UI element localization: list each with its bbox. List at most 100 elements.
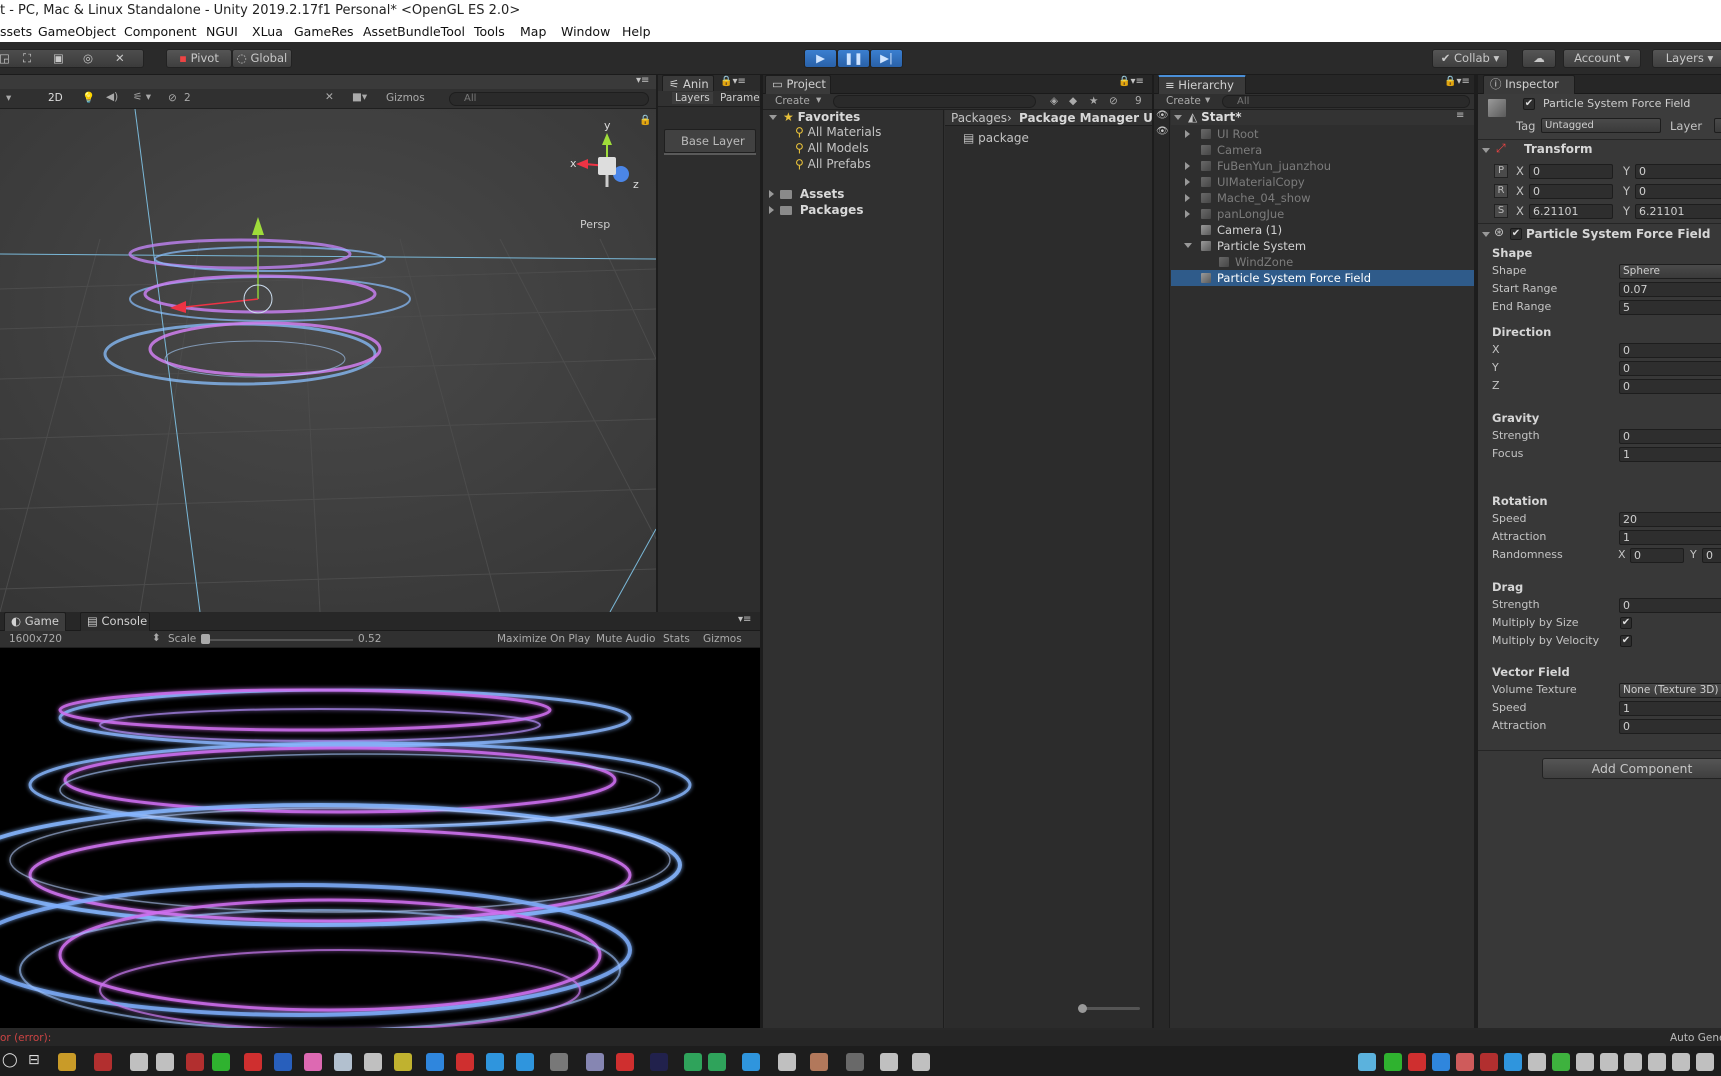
stats-toggle[interactable]: Stats xyxy=(663,633,690,645)
icon-size-slider[interactable] xyxy=(1080,1007,1140,1010)
game-viewport[interactable] xyxy=(0,650,756,1028)
tab-inspector[interactable]: ⓘ Inspector xyxy=(1483,75,1575,94)
hierarchy-row[interactable]: UI Root xyxy=(1171,126,1476,142)
property-dropdown[interactable]: Sphere xyxy=(1619,264,1721,279)
layer-dropdown[interactable] xyxy=(1714,118,1721,133)
visibility-eye-icon[interactable]: 👁 xyxy=(1156,126,1169,137)
taskbar-app-icon[interactable] xyxy=(1696,1053,1714,1071)
taskbar-app-icon[interactable] xyxy=(1528,1053,1546,1071)
hidden-packages-icon[interactable]: ⊘ xyxy=(1109,95,1118,107)
object-name-field[interactable]: Particle System Force Field xyxy=(1540,97,1721,113)
lighting-icon[interactable]: 💡 xyxy=(82,91,95,104)
hierarchy-row[interactable]: FuBenYun_juanzhou xyxy=(1171,158,1476,174)
property-field[interactable]: 1 xyxy=(1619,447,1721,462)
collab-dropdown[interactable]: ✔ Collab ▾ xyxy=(1432,49,1508,68)
tab-game[interactable]: ◐ Game xyxy=(4,612,66,631)
property-field[interactable]: 5 xyxy=(1619,300,1721,315)
menu-tools[interactable]: Tools xyxy=(474,24,505,39)
transform-y-field[interactable]: 0 xyxy=(1635,164,1721,179)
taskbar-app-icon[interactable] xyxy=(94,1053,112,1071)
taskbar-app-icon[interactable] xyxy=(1552,1053,1570,1071)
taskbar-app-icon[interactable] xyxy=(1480,1053,1498,1071)
object-active-checkbox[interactable]: ✔ xyxy=(1523,98,1535,110)
favorite-item[interactable]: ⚲ All Prefabs xyxy=(795,157,871,171)
panel-menu-icon[interactable]: ▾≡ xyxy=(738,614,751,625)
menu-component[interactable]: Component xyxy=(124,24,197,39)
taskbar-app-icon[interactable] xyxy=(274,1053,292,1071)
property-field[interactable]: 0 xyxy=(1619,719,1721,734)
layers-dropdown[interactable]: Layers ▾ xyxy=(1652,49,1721,68)
step-button[interactable]: ▶| xyxy=(870,49,903,68)
lock-icon[interactable]: 🔒▾≡ xyxy=(1118,76,1144,87)
taskbar-app-icon[interactable] xyxy=(1456,1053,1474,1071)
taskbar-app-icon[interactable] xyxy=(708,1053,726,1071)
expand-arrow-icon[interactable] xyxy=(1185,194,1190,202)
camera-icon[interactable]: ■▾ xyxy=(352,91,367,103)
task-view-icon[interactable]: ⊟ xyxy=(28,1052,40,1068)
global-button[interactable]: ◌ Global xyxy=(232,49,292,68)
expand-arrow-icon[interactable] xyxy=(1185,210,1190,218)
menu-map[interactable]: Map xyxy=(520,24,546,39)
hierarchy-row[interactable]: Particle System Force Field xyxy=(1171,270,1476,286)
play-button[interactable]: ▶ xyxy=(804,49,837,68)
taskbar-app-icon[interactable] xyxy=(130,1053,148,1071)
scene-row[interactable]: ◭ Start* ≡ xyxy=(1171,110,1476,125)
menu-assets[interactable]: ssets xyxy=(0,24,32,39)
transform-tool-icon[interactable]: ◎ xyxy=(83,50,93,67)
taskbar-app-icon[interactable] xyxy=(1432,1053,1450,1071)
property-checkbox[interactable]: ✔ xyxy=(1620,617,1632,629)
lock-icon[interactable]: 🔒▾≡ xyxy=(1444,76,1470,87)
force-field-header[interactable]: ⊛ ✔ Particle System Force Field xyxy=(1478,225,1721,243)
scale-tool-icon[interactable]: ⛶ xyxy=(23,50,31,67)
effects-icon[interactable]: ⚟ ▾ xyxy=(133,91,151,103)
taskbar-app-icon[interactable] xyxy=(684,1053,702,1071)
favorite-item[interactable]: ⚲ All Models xyxy=(795,141,869,155)
hierarchy-row[interactable]: Camera (1) xyxy=(1171,222,1476,238)
game-gizmos-dropdown[interactable]: Gizmos xyxy=(703,633,742,645)
expand-arrow-icon[interactable] xyxy=(1185,130,1190,138)
hierarchy-row[interactable]: Particle System xyxy=(1171,238,1476,254)
visibility-eye-icon[interactable]: 👁 xyxy=(1156,110,1169,121)
taskbar-app-icon[interactable] xyxy=(244,1053,262,1071)
taskbar-app-icon[interactable] xyxy=(334,1053,352,1071)
taskbar-app-icon[interactable] xyxy=(58,1053,76,1071)
favorites-node[interactable]: ★ Favorites xyxy=(769,110,860,124)
property-field[interactable]: 0 xyxy=(1619,379,1721,394)
taskbar-app-icon[interactable] xyxy=(486,1053,504,1071)
taskbar-app-icon[interactable] xyxy=(846,1053,864,1071)
scale-slider[interactable] xyxy=(203,639,353,641)
cloud-button[interactable]: ☁ xyxy=(1522,49,1556,68)
randomness-x-field[interactable]: 0 xyxy=(1630,548,1684,563)
taskbar-app-icon[interactable] xyxy=(810,1053,828,1071)
transform-row-key[interactable]: S xyxy=(1494,204,1508,218)
scene-gizmos-dropdown[interactable]: Gizmos xyxy=(386,92,425,104)
account-dropdown[interactable]: Account ▾ xyxy=(1563,49,1641,68)
hidden-objects-icon[interactable]: ⊘ xyxy=(168,92,177,104)
mute-audio-toggle[interactable]: Mute Audio xyxy=(596,633,655,645)
tab-project[interactable]: ▭ Project xyxy=(765,75,831,94)
taskbar-app-icon[interactable] xyxy=(1358,1053,1376,1071)
taskbar-app-icon[interactable] xyxy=(1600,1053,1618,1071)
property-field[interactable]: 1 xyxy=(1619,530,1721,545)
hierarchy-search-input[interactable]: All xyxy=(1222,95,1470,108)
taskbar-app-icon[interactable] xyxy=(304,1053,322,1071)
resolution-dropdown[interactable]: 1600x720 xyxy=(9,633,62,645)
taskbar-app-icon[interactable] xyxy=(1624,1053,1642,1071)
tag-dropdown[interactable]: Untagged xyxy=(1541,118,1661,133)
mode-2d-toggle[interactable]: 2D xyxy=(48,92,63,104)
error-status[interactable]: or (error): xyxy=(0,1032,51,1044)
audio-icon[interactable]: ◀) xyxy=(106,91,118,103)
property-field[interactable]: 0 xyxy=(1619,429,1721,444)
scene-menu-icon[interactable]: ≡ xyxy=(1456,110,1464,121)
lock-icon[interactable]: 🔒▾≡ xyxy=(720,76,746,87)
transform-x-field[interactable]: 0 xyxy=(1529,164,1613,179)
randomness-y-field[interactable]: 0 xyxy=(1702,548,1721,563)
collapse-arrow-icon[interactable] xyxy=(1184,243,1192,248)
taskbar-app-icon[interactable] xyxy=(616,1053,634,1071)
filter-type-icon[interactable]: ◈ xyxy=(1050,95,1058,107)
taskbar-app-icon[interactable] xyxy=(880,1053,898,1071)
packages-node[interactable]: Packages xyxy=(769,203,863,217)
taskbar-app-icon[interactable] xyxy=(650,1053,668,1071)
taskbar-app-icon[interactable] xyxy=(1648,1053,1666,1071)
menu-window[interactable]: Window xyxy=(561,24,610,39)
